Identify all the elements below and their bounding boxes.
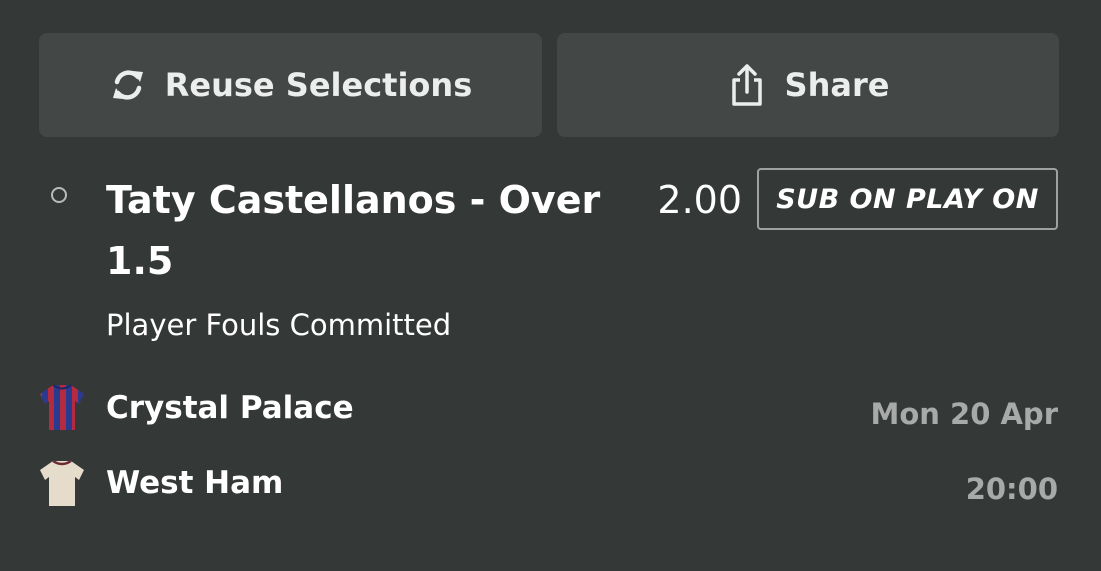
away-team-name: West Ham xyxy=(106,465,284,501)
reuse-selections-label: Reuse Selections xyxy=(164,66,473,104)
event-date: Mon 20 Apr xyxy=(870,397,1058,431)
sub-on-play-on-badge: SUB ON PLAY ON xyxy=(757,168,1058,230)
share-label: Share xyxy=(784,66,890,104)
selection-title: Taty Castellanos - Over 1.5 xyxy=(106,178,601,283)
market-name: Player Fouls Committed xyxy=(106,308,452,342)
selection-status-icon xyxy=(51,187,67,203)
away-kit-icon xyxy=(38,458,86,508)
refresh-icon xyxy=(109,65,147,105)
selection-odds: 2.00 xyxy=(657,178,742,222)
share-button[interactable]: Share xyxy=(557,33,1059,137)
home-team-name: Crystal Palace xyxy=(106,390,354,426)
event-time: 20:00 xyxy=(965,472,1058,506)
home-kit-icon xyxy=(38,382,86,432)
share-icon xyxy=(727,62,767,108)
reuse-selections-button[interactable]: Reuse Selections xyxy=(39,33,542,137)
